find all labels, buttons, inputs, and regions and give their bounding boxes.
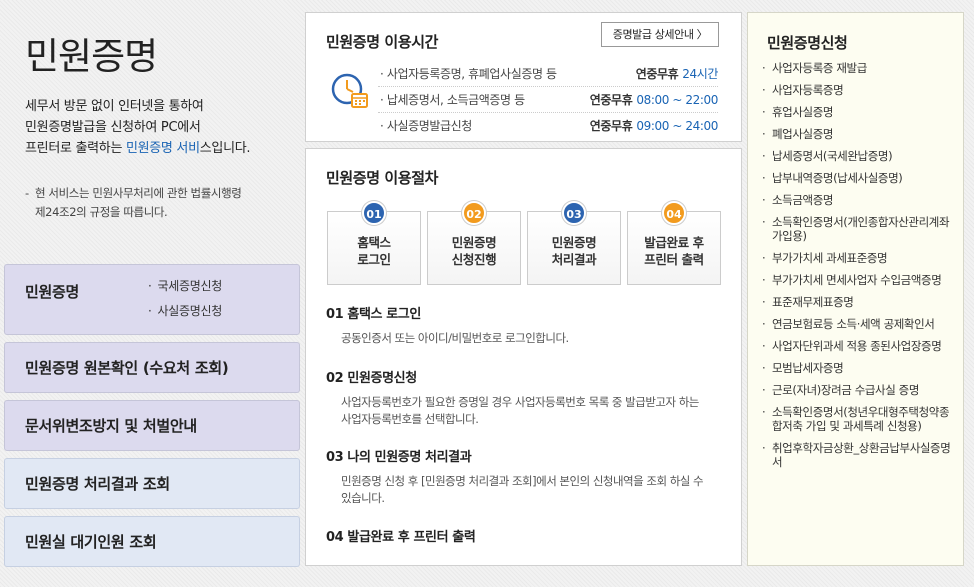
- menu-item-original-verify[interactable]: 민원증명 원본확인 (수요처 조회): [4, 342, 300, 393]
- submenu-item-label: 국세증명신청: [157, 279, 223, 293]
- submenu-item-fact-certificate[interactable]: · 사실증명신청: [148, 302, 222, 327]
- legal-notice: - 현 서비스는 민원사무처리에 관한 법률시행령 제24조2의 규정을 따릅니…: [25, 184, 285, 222]
- hours-value: 24시간: [682, 67, 718, 81]
- intro-line-3-prefix: 프린터로 출력하는: [25, 141, 126, 156]
- step-number-badge: 02: [462, 201, 486, 225]
- step-line-1: 홈택스: [357, 235, 391, 250]
- menu-item-forgery-prevention[interactable]: 문서위변조방지 및 처벌안내: [4, 400, 300, 451]
- step-detail-3: 03 나의 민원증명 처리결과 민원증명 신청 후 [민원증명 처리결과 조회]…: [326, 446, 726, 507]
- certificate-link[interactable]: 부가가치세 면세사업자 수입금액증명: [762, 273, 958, 287]
- usage-hours-list: · 사업자등록증명, 휴폐업사실증명 등 연중무휴 24시간 · 납세증명서, 소…: [378, 61, 718, 139]
- certificate-list: 사업자등록증 재발급 사업자등록증명 휴업사실증명 폐업사실증명 납세증명서(국…: [762, 61, 958, 477]
- step-detail-2: 02 민원증명신청 사업자등록번호가 필요한 증명일 경우 사업자등록번호 목록…: [326, 367, 726, 428]
- service-hours: 연중무휴 24시간: [635, 61, 719, 87]
- certificate-link[interactable]: 근로(자녀)장려금 수급사실 증명: [762, 383, 958, 397]
- intro-text: 세무서 방문 없이 인터넷을 통하여 민원증명발급을 신청하여 PC에서 프린터…: [25, 96, 300, 159]
- hours-label: 연중무휴: [589, 119, 633, 133]
- issuance-detail-button[interactable]: 증명발급 상세안내 〉: [601, 22, 719, 47]
- submenu-bullet: ·: [148, 304, 152, 318]
- step-line-1: 민원증명: [551, 235, 597, 250]
- certificate-link[interactable]: 소득확인증명서(청년우대형주택청약종합저축 가입 및 과세특례 신청용): [762, 405, 958, 433]
- step-detail-4: 04 발급완료 후 프린터 출력: [326, 526, 726, 545]
- step-number-badge: 03: [562, 201, 586, 225]
- service-hours: 연중무휴 08:00 ~ 22:00: [589, 87, 719, 113]
- step-detail-desc: 사업자등록번호가 필요한 증명일 경우 사업자등록번호 목록 중 발급받고자 하…: [341, 395, 699, 426]
- step-detail-title: 04 발급완료 후 프린터 출력: [326, 530, 476, 545]
- certificate-link[interactable]: 취업후학자금상환_상환금납부사실증명서: [762, 441, 958, 469]
- step-detail-title: 03 나의 민원증명 처리결과: [326, 450, 472, 465]
- hours-value: 08:00 ~ 22:00: [636, 93, 718, 107]
- hours-value: 09:00 ~ 24:00: [636, 119, 718, 133]
- step-line-1: 민원증명: [451, 235, 497, 250]
- service-hours: 연중무휴 09:00 ~ 24:00: [589, 113, 719, 139]
- menu-item-label: 민원증명: [25, 283, 80, 301]
- step-detail-desc: 공동인증서 또는 아이디/비밀번호로 로그인합니다.: [341, 331, 569, 345]
- certificate-link[interactable]: 소득확인증명서(개인종합자산관리계좌 가입용): [762, 215, 958, 243]
- menu-item-waiting-count[interactable]: 민원실 대기인원 조회: [4, 516, 300, 567]
- notice-dash: -: [25, 186, 29, 200]
- usage-hours-row: · 사실증명발급신청 연중무휴 09:00 ~ 24:00: [378, 113, 718, 139]
- intro-line-1: 세무서 방문 없이 인터넷을 통하여: [25, 99, 204, 114]
- hours-label: 연중무휴: [635, 67, 679, 81]
- certificate-link[interactable]: 부가가치세 과세표준증명: [762, 251, 958, 265]
- clock-calendar-icon: [331, 73, 368, 108]
- certificate-link[interactable]: 사업자등록증명: [762, 83, 958, 97]
- step-line-2: 로그인: [357, 252, 391, 267]
- submenu-item-national-tax[interactable]: · 국세증명신청: [148, 277, 222, 302]
- usage-hours-panel: 민원증명 이용시간 증명발급 상세안내 〉 · 사업자등록증명, 휴폐업사실증명…: [305, 12, 742, 142]
- menu-item-result-inquiry[interactable]: 민원증명 처리결과 조회: [4, 458, 300, 509]
- step-detail-1: 01 홈택스 로그인 공동인증서 또는 아이디/비밀번호로 로그인합니다.: [326, 303, 726, 347]
- certificate-link[interactable]: 표준재무제표증명: [762, 295, 958, 309]
- intro-line-3: 프린터로 출력하는 민원증명 서비스입니다.: [25, 138, 300, 159]
- step-number-badge: 01: [362, 201, 386, 225]
- step-line-2: 처리결과: [551, 252, 597, 267]
- usage-hours-row: · 납세증명서, 소득금액증명 등 연중무휴 08:00 ~ 22:00: [378, 87, 718, 113]
- usage-hours-title: 민원증명 이용시간: [326, 33, 439, 51]
- notice-line-2: 제24조2의 규정을 따릅니다.: [35, 205, 168, 219]
- certificate-link[interactable]: 소득금액증명: [762, 193, 958, 207]
- service-name: · 사실증명발급신청: [380, 119, 472, 133]
- step-detail-title: 01 홈택스 로그인: [326, 307, 421, 322]
- left-column: 민원증명 세무서 방문 없이 인터넷을 통하여 민원증명발급을 신청하여 PC에…: [0, 0, 300, 587]
- certificate-apply-title: 민원증명신청: [767, 34, 848, 52]
- intro-line-3-suffix: 스입니다.: [199, 141, 251, 156]
- certificate-link[interactable]: 납세증명서(국세완납증명): [762, 149, 958, 163]
- usage-hours-row: · 사업자등록증명, 휴폐업사실증명 등 연중무휴 24시간: [378, 61, 718, 87]
- submenu-bullet: ·: [148, 279, 152, 293]
- step-line-2: 신청진행: [451, 252, 497, 267]
- certificate-link[interactable]: 사업자등록증 재발급: [762, 61, 958, 75]
- step-detail-desc: 민원증명 신청 후 [민원증명 처리결과 조회]에서 본인의 신청내역을 조회 …: [341, 474, 704, 505]
- certificate-link[interactable]: 사업자단위과세 적용 종된사업장증명: [762, 339, 958, 353]
- service-name: · 사업자등록증명, 휴폐업사실증명 등: [380, 67, 557, 81]
- notice-line-1: 현 서비스는 민원사무처리에 관한 법률시행령: [35, 186, 242, 200]
- page-title: 민원증명: [25, 35, 158, 78]
- certificate-link[interactable]: 모범납세자증명: [762, 361, 958, 375]
- hours-label: 연중무휴: [589, 93, 633, 107]
- service-name: · 납세증명서, 소득금액증명 등: [380, 93, 525, 107]
- certificate-apply-panel: 민원증명신청 사업자등록증 재발급 사업자등록증명 휴업사실증명 폐업사실증명 …: [747, 12, 964, 566]
- certificate-link[interactable]: 납부내역증명(납세사실증명): [762, 171, 958, 185]
- step-detail-title: 02 민원증명신청: [326, 371, 417, 386]
- certificate-link[interactable]: 폐업사실증명: [762, 127, 958, 141]
- intro-line-2: 민원증명발급을 신청하여 PC에서: [25, 120, 201, 135]
- step-number-badge: 04: [662, 201, 686, 225]
- usage-procedure-panel: 민원증명 이용절차 홈택스 로그인 01 민원증명 신청진행 02 민원증명 처…: [305, 148, 742, 566]
- submenu-item-label: 사실증명신청: [157, 304, 223, 318]
- step-line-2: 프린터 출력: [644, 252, 704, 267]
- menu-submenu: · 국세증명신청 · 사실증명신청: [148, 277, 222, 327]
- certificate-link[interactable]: 휴업사실증명: [762, 105, 958, 119]
- step-line-1: 발급완료 후: [644, 235, 704, 250]
- usage-procedure-title: 민원증명 이용절차: [326, 169, 439, 187]
- certificate-link[interactable]: 연금보험료등 소득·세액 공제확인서: [762, 317, 958, 331]
- intro-highlight: 민원증명 서비: [125, 141, 200, 156]
- menu-item-civil-certificate[interactable]: 민원증명 · 국세증명신청 · 사실증명신청: [4, 264, 300, 335]
